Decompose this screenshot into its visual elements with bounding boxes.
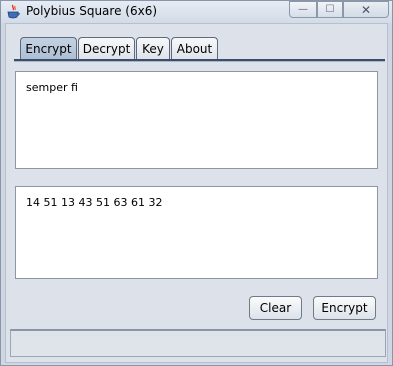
plaintext-input[interactable]: semper fi [15,71,378,169]
java-coffee-icon [7,4,20,19]
tab-decrypt[interactable]: Decrypt [78,37,135,59]
minimize-button[interactable]: — [289,1,317,18]
minimize-icon: — [298,4,308,15]
status-bar [10,329,386,357]
maximize-button[interactable]: ☐ [317,1,343,18]
title-bar[interactable]: Polybius Square (6x6) — ☐ ✕ [1,1,392,23]
maximize-icon: ☐ [325,4,335,15]
close-button[interactable]: ✕ [343,1,389,18]
encrypt-button[interactable]: Encrypt [313,296,376,320]
app-window: Polybius Square (6x6) — ☐ ✕ Encrypt Decr… [0,0,393,366]
tab-divider [14,59,385,62]
window-title: Polybius Square (6x6) [26,4,158,18]
close-icon: ✕ [360,2,372,17]
ciphertext-output[interactable]: 14 51 13 43 51 63 61 32 [15,186,378,279]
tab-encrypt[interactable]: Encrypt [20,37,77,59]
window-controls: — ☐ ✕ [289,1,392,20]
tab-key[interactable]: Key [136,37,170,59]
content-panel: Encrypt Decrypt Key About semper fi 14 5… [5,23,388,363]
tab-about[interactable]: About [171,37,218,59]
clear-button[interactable]: Clear [249,296,302,320]
